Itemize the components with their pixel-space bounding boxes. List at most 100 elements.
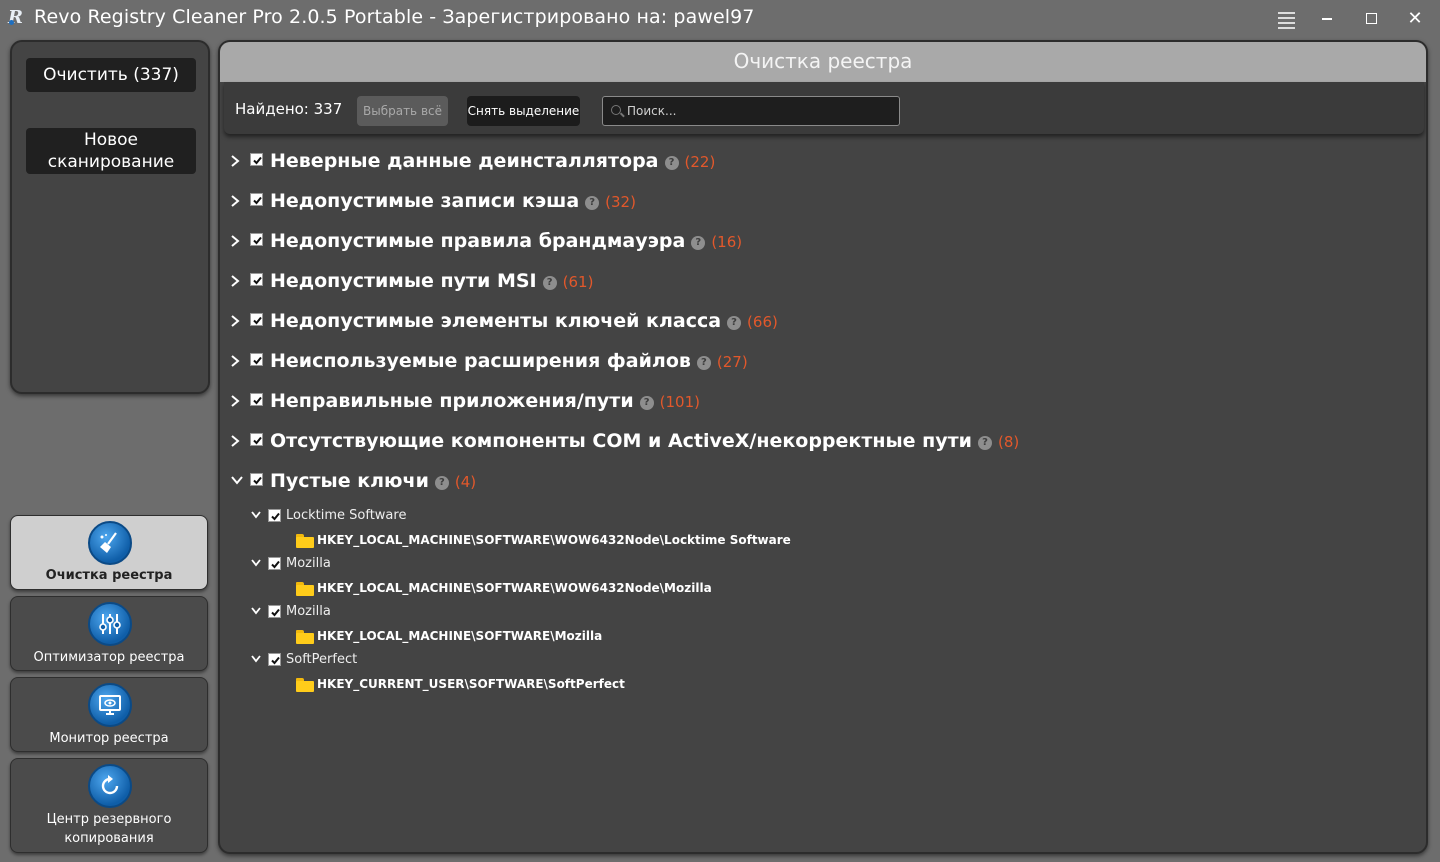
category-checkbox[interactable] — [250, 193, 263, 206]
folder-icon — [296, 678, 314, 692]
nav-label: Очистка реестра — [45, 568, 173, 583]
folder-icon — [296, 534, 314, 548]
registry-path: HKEY_LOCAL_MACHINE\SOFTWARE\Mozilla — [317, 629, 603, 643]
category-label: Недопустимые элементы ключей класса? (66) — [270, 310, 778, 332]
help-icon[interactable]: ? — [977, 436, 992, 450]
item-label: Mozilla — [286, 604, 331, 619]
nav-label-line2: копирования — [64, 831, 154, 846]
help-icon[interactable]: ? — [691, 236, 706, 250]
sliders-icon — [88, 602, 132, 646]
folder-icon — [296, 582, 314, 596]
maximize-icon[interactable] — [1357, 4, 1385, 32]
category-checkbox[interactable] — [250, 393, 263, 406]
search-icon — [611, 105, 621, 115]
help-icon[interactable]: ? — [585, 196, 600, 210]
help-icon[interactable]: ? — [542, 276, 557, 290]
help-icon[interactable]: ? — [639, 396, 654, 410]
help-icon[interactable]: ? — [727, 316, 742, 330]
close-icon[interactable]: ✕ — [1401, 4, 1429, 32]
chevron-down-icon[interactable] — [250, 654, 262, 668]
chevron-right-icon[interactable] — [230, 194, 242, 208]
category-label: Неверные данные деинсталлятора? (22) — [270, 150, 716, 172]
item-count: (32) — [605, 193, 636, 211]
category-checkbox[interactable] — [250, 353, 263, 366]
search-input[interactable] — [627, 101, 887, 121]
registry-path: HKEY_LOCAL_MACHINE\SOFTWARE\WOW6432Node\… — [317, 581, 712, 595]
app-logo-icon: R — [8, 7, 23, 28]
chevron-down-icon[interactable] — [250, 558, 262, 572]
category-label: Отсутствующие компоненты COM и ActiveX/н… — [270, 430, 1020, 452]
empty-key-item[interactable]: Mozilla — [220, 602, 1120, 624]
nav-backup-center[interactable]: Центр резервного копирования — [10, 758, 208, 853]
new-scan-label-line2: сканирование — [47, 152, 175, 172]
toolbar: Найдено: 337 Выбрать всё Снять выделение — [224, 82, 1424, 134]
registry-path: HKEY_CURRENT_USER\SOFTWARE\SoftPerfect — [317, 677, 625, 691]
help-icon[interactable]: ? — [664, 156, 679, 170]
category-checkbox[interactable] — [250, 313, 263, 326]
item-label: Mozilla — [286, 556, 331, 571]
category-checkbox[interactable] — [250, 433, 263, 446]
registry-path-row[interactable]: HKEY_LOCAL_MACHINE\SOFTWARE\Mozilla — [220, 626, 1120, 648]
nav-registry-optimizer[interactable]: Оптимизатор реестра — [10, 596, 208, 671]
nav-label: Монитор реестра — [49, 731, 169, 746]
chevron-right-icon[interactable] — [230, 394, 242, 408]
item-checkbox[interactable] — [268, 605, 281, 618]
item-checkbox[interactable] — [268, 557, 281, 570]
empty-key-item[interactable]: Mozilla — [220, 554, 1120, 576]
nav-label-line1: Центр резервного — [46, 812, 172, 827]
item-label: Locktime Software — [286, 508, 407, 523]
found-count: Найдено: 337 — [235, 100, 343, 118]
broom-icon — [88, 521, 132, 565]
item-count: (61) — [562, 273, 594, 291]
empty-key-item[interactable]: SoftPerfect — [220, 650, 1120, 672]
item-checkbox[interactable] — [268, 653, 281, 666]
chevron-right-icon[interactable] — [230, 314, 242, 328]
chevron-right-icon[interactable] — [230, 274, 242, 288]
help-icon[interactable]: ? — [696, 356, 711, 370]
clean-button[interactable]: Очистить (337) — [26, 58, 196, 92]
category-label: Неиспользуемые расширения файлов? (27) — [270, 350, 748, 372]
new-scan-button[interactable]: Новое сканирование — [26, 128, 196, 174]
window-title: Revo Registry Cleaner Pro 2.0.5 Portable… — [34, 6, 755, 28]
category-label: Недопустимые пути MSI? (61) — [270, 270, 594, 292]
hamburger-menu-icon[interactable] — [1272, 4, 1300, 32]
help-icon[interactable]: ? — [434, 476, 449, 490]
category-checkbox[interactable] — [250, 473, 263, 486]
page-title: Очистка реестра — [220, 42, 1426, 82]
empty-key-item[interactable]: Locktime Software — [220, 506, 1120, 528]
select-all-button[interactable]: Выбрать всё — [357, 96, 448, 126]
new-scan-label-line1: Новое — [83, 130, 139, 150]
chevron-right-icon[interactable] — [230, 234, 242, 248]
category-label: Недопустимые записи кэша? (32) — [270, 190, 636, 212]
category-label: Недопустимые правила брандмауэра? (16) — [270, 230, 743, 252]
item-count: (22) — [684, 153, 716, 171]
chevron-down-icon[interactable] — [250, 510, 262, 524]
chevron-right-icon[interactable] — [230, 354, 242, 368]
chevron-down-icon[interactable] — [230, 474, 243, 488]
monitor-icon — [88, 683, 132, 727]
category-checkbox[interactable] — [250, 153, 263, 166]
registry-path-row[interactable]: HKEY_CURRENT_USER\SOFTWARE\SoftPerfect — [220, 674, 1120, 696]
search-box[interactable] — [602, 96, 900, 126]
chevron-down-icon[interactable] — [250, 606, 262, 620]
backup-icon — [88, 764, 132, 808]
chevron-right-icon[interactable] — [230, 154, 242, 168]
folder-icon — [296, 630, 314, 644]
item-count: (27) — [716, 353, 748, 371]
chevron-right-icon[interactable] — [230, 434, 242, 448]
nav-registry-cleaner[interactable]: Очистка реестра — [10, 515, 208, 590]
category-checkbox[interactable] — [250, 273, 263, 286]
registry-path-row[interactable]: HKEY_LOCAL_MACHINE\SOFTWARE\WOW6432Node\… — [220, 530, 1120, 552]
item-count: (8) — [997, 433, 1020, 451]
category-label: Неправильные приложения/пути? (101) — [270, 390, 700, 412]
minimize-icon[interactable] — [1313, 4, 1341, 32]
item-count: (66) — [747, 313, 778, 331]
item-checkbox[interactable] — [268, 509, 281, 522]
nav-registry-monitor[interactable]: Монитор реестра — [10, 677, 208, 752]
deselect-button[interactable]: Снять выделение — [467, 96, 580, 126]
item-count: (4) — [454, 473, 477, 491]
registry-path-row[interactable]: HKEY_LOCAL_MACHINE\SOFTWARE\WOW6432Node\… — [220, 578, 1120, 600]
category-checkbox[interactable] — [250, 233, 263, 246]
registry-path: HKEY_LOCAL_MACHINE\SOFTWARE\WOW6432Node\… — [317, 533, 791, 547]
main-panel: Очистка реестра Найдено: 337 Выбрать всё… — [218, 40, 1428, 854]
